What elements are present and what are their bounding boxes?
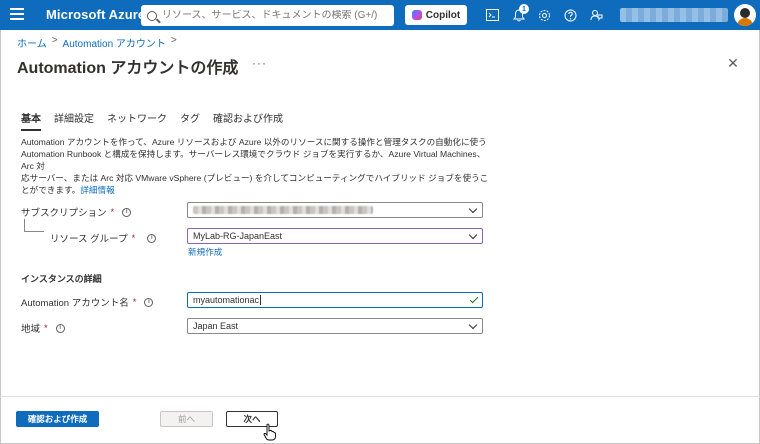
breadcrumb: ホーム > Automation アカウント > [17,35,177,50]
settings-gear-icon[interactable] [536,7,552,23]
required-asterisk: * [44,322,48,334]
learn-more-link[interactable]: 詳細情報 [80,185,114,195]
description-line-1: Automation アカウントを作って、Azure リソースおよび Azure… [21,137,487,147]
subscription-dropdown[interactable] [187,202,483,218]
account-info-blurred[interactable] [620,8,728,22]
subscription-value-blurred [193,206,373,214]
breadcrumb-home[interactable]: ホーム [17,35,47,50]
menu-icon[interactable] [10,8,24,22]
text-caret [260,295,262,305]
tab-advanced[interactable]: 詳細設定 [54,110,94,131]
resource-group-label: リソース グループ * i [50,231,157,245]
copilot-label: Copilot [425,9,461,21]
description-text: Automation アカウントを作って、Azure リソースおよび Azure… [21,136,491,196]
region-value: Japan East [193,321,239,331]
help-icon[interactable] [562,7,578,23]
description-line-2: Automation Runbook と構成を保持します。サーバーレス環境でクラ… [21,149,486,171]
review-create-button[interactable]: 確認および作成 [16,411,99,427]
description-line-3: 応サーバー、または Arc 対応 VMware vSphere (プレビュー) … [21,173,489,195]
info-icon[interactable]: i [55,323,65,333]
breadcrumb-automation-accounts[interactable]: Automation アカウント [63,35,166,50]
more-options-icon[interactable]: ··· [252,56,267,70]
copilot-button[interactable]: Copilot [405,5,467,25]
info-icon[interactable]: i [147,233,157,243]
portal-brand[interactable]: Microsoft Azure [46,7,145,22]
global-search[interactable] [141,5,394,26]
tab-basics[interactable]: 基本 [21,110,41,131]
checkmark-icon [469,294,479,304]
create-new-resource-group-link[interactable]: 新規作成 [188,246,222,258]
tab-review-create[interactable]: 確認および作成 [213,110,283,131]
cloud-shell-icon[interactable] [484,7,500,23]
notification-count-badge: 1 [519,4,529,14]
resource-group-dropdown[interactable]: MyLab-RG-JapanEast [187,228,483,244]
region-label: 地域 * i [21,321,65,335]
account-name-label: Automation アカウント名 * i [21,295,154,309]
top-bar: Microsoft Azure Copilot 1 [0,0,760,30]
chevron-down-icon [468,204,478,214]
subscription-label: サブスクリプション * i [21,205,132,219]
tab-list: 基本 詳細設定 ネットワーク タグ 確認および作成 [21,110,296,131]
notifications-icon[interactable]: 1 [511,4,529,23]
user-avatar[interactable] [734,4,756,26]
tree-connector [24,231,44,232]
resource-group-value: MyLab-RG-JapanEast [193,231,283,241]
feedback-icon[interactable] [588,7,604,23]
tab-tags[interactable]: タグ [180,110,200,131]
close-icon[interactable]: ✕ [726,56,740,70]
footer-divider [0,396,760,397]
chevron-down-icon [468,320,478,330]
required-asterisk: * [132,296,137,308]
instance-details-heading: インスタンスの詳細 [21,274,102,284]
account-name-input[interactable]: myautomationac [187,292,483,308]
search-input[interactable] [162,10,382,21]
account-name-value: myautomationac [193,295,260,305]
hand-cursor-icon [263,423,276,441]
region-dropdown[interactable]: Japan East [187,318,483,334]
search-icon [147,10,157,21]
required-asterisk: * [131,232,136,244]
info-icon[interactable]: i [122,207,132,217]
tab-networking[interactable]: ネットワーク [107,110,167,131]
breadcrumb-separator: > [170,35,177,46]
info-icon[interactable]: i [144,297,154,307]
page-title: Automation アカウントの作成 [17,60,239,77]
breadcrumb-separator: > [51,35,58,46]
copilot-icon [411,10,422,20]
chevron-down-icon [468,230,478,240]
required-asterisk: * [110,206,115,218]
previous-button[interactable]: 前へ [160,411,213,427]
